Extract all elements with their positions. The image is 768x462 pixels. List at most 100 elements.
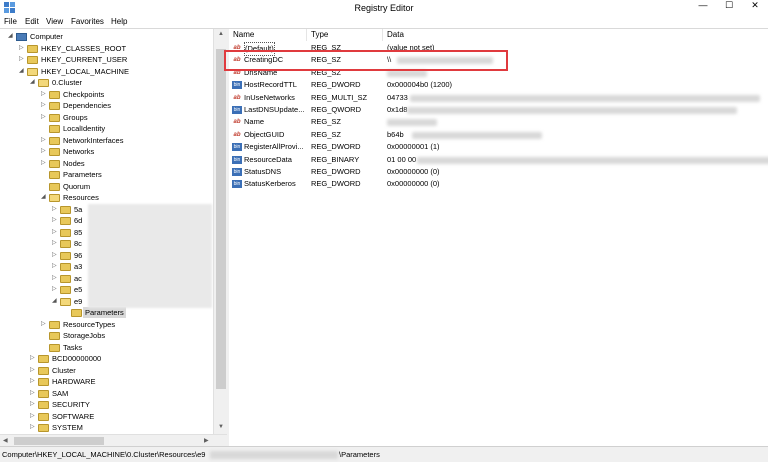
expand-icon[interactable]: ▷: [52, 261, 58, 272]
expand-icon[interactable]: ▷: [41, 89, 47, 100]
scroll-down-icon[interactable]: ▼: [218, 424, 224, 430]
value-row[interactable]: abObjectGUIDREG_SZb64b: [229, 129, 768, 141]
collapse-icon[interactable]: ◢: [41, 192, 47, 203]
title-bar: Registry Editor — ☐ ✕: [0, 0, 768, 16]
scroll-up-icon[interactable]: ▲: [218, 31, 224, 37]
tree-item[interactable]: ▷HARDWARE: [0, 376, 213, 387]
expand-icon[interactable]: ▷: [30, 411, 36, 422]
tree-item[interactable]: StorageJobs: [0, 330, 213, 341]
tree-item[interactable]: ▷ResourceTypes: [0, 319, 213, 330]
value-name: StatusKerberos: [244, 178, 296, 190]
column-header-name[interactable]: Name: [229, 29, 307, 41]
folder-icon: [38, 378, 49, 386]
expand-icon[interactable]: ▷: [30, 365, 36, 376]
tree-item[interactable]: ▷Nodes: [0, 158, 213, 169]
values-list[interactable]: Name Type Data ab(Default)REG_SZ(value n…: [229, 29, 768, 446]
binary-value-icon: bin: [232, 168, 242, 176]
expand-icon[interactable]: ▷: [41, 158, 47, 169]
tree-item[interactable]: Parameters: [0, 307, 213, 318]
tree-item[interactable]: ▷NetworkInterfaces: [0, 135, 213, 146]
value-row[interactable]: binResourceDataREG_BINARY01 00 00: [229, 154, 768, 166]
tree-item[interactable]: ▷SECURITY: [0, 399, 213, 410]
collapse-icon[interactable]: ◢: [30, 77, 36, 88]
folder-icon: [60, 206, 71, 214]
tree-item[interactable]: ▷Networks: [0, 146, 213, 157]
column-header-type[interactable]: Type: [307, 29, 383, 41]
tree-item[interactable]: ▷Dependencies: [0, 100, 213, 111]
expand-icon[interactable]: ▷: [52, 215, 58, 226]
tree-item[interactable]: ◢ Computer: [0, 31, 213, 42]
expand-icon[interactable]: ▷: [52, 250, 58, 261]
expand-icon[interactable]: ▷: [30, 422, 36, 433]
menu-file[interactable]: File: [4, 17, 17, 26]
value-name: LastDNSUpdate...: [244, 104, 304, 116]
value-row[interactable]: binStatusKerberosREG_DWORD0x00000000 (0): [229, 178, 768, 190]
menu-edit[interactable]: Edit: [25, 17, 39, 26]
tree-item-label: e9: [74, 296, 82, 307]
tree-item[interactable]: ◢ Resources: [0, 192, 213, 203]
tree-item[interactable]: Quorum: [0, 181, 213, 192]
value-row[interactable]: binRegisterAllProvi...REG_DWORD0x0000000…: [229, 141, 768, 153]
expand-icon[interactable]: ▷: [30, 399, 36, 410]
expand-icon[interactable]: ▷: [30, 376, 36, 387]
expand-icon[interactable]: ▷: [52, 273, 58, 284]
value-type: REG_DWORD: [311, 166, 361, 178]
tree-item[interactable]: ◢0.Cluster: [0, 77, 213, 88]
column-header-data[interactable]: Data: [383, 29, 768, 41]
menu-favorites[interactable]: Favorites: [71, 17, 104, 26]
scroll-right-icon[interactable]: ▶: [204, 437, 209, 444]
tree-item-label: Resources: [63, 192, 99, 203]
tree-item[interactable]: LocalIdentity: [0, 123, 213, 134]
no-expander: [41, 342, 47, 353]
expand-icon[interactable]: ▷: [19, 43, 25, 54]
expand-icon[interactable]: ▷: [41, 146, 47, 157]
value-name: Name: [244, 116, 264, 128]
menu-help[interactable]: Help: [111, 17, 127, 26]
expand-icon[interactable]: ▷: [30, 353, 36, 364]
expand-icon[interactable]: ▷: [52, 227, 58, 238]
tree-item[interactable]: ▷SOFTWARE: [0, 411, 213, 422]
folder-icon: [49, 183, 60, 191]
scroll-left-icon[interactable]: ◀: [3, 437, 8, 444]
tree-item[interactable]: ▷SYSTEM: [0, 422, 213, 433]
collapse-icon[interactable]: ◢: [52, 296, 58, 307]
value-row[interactable]: abNameREG_SZ: [229, 116, 768, 128]
tree-item-label: 8c: [74, 238, 82, 249]
expand-icon[interactable]: ▷: [52, 238, 58, 249]
close-button[interactable]: ✕: [742, 0, 768, 14]
menu-view[interactable]: View: [46, 17, 63, 26]
minimize-button[interactable]: —: [690, 0, 716, 14]
expand-icon[interactable]: ▷: [41, 100, 47, 111]
tree-item[interactable]: ▷ Checkpoints: [0, 89, 213, 100]
tree-scroll-thumb[interactable]: [216, 49, 226, 389]
tree-item[interactable]: Parameters: [0, 169, 213, 180]
tree-hscroll-thumb[interactable]: [14, 437, 104, 445]
tree-vertical-scrollbar[interactable]: ▲ ▼: [213, 29, 228, 434]
value-row[interactable]: binHostRecordTTLREG_DWORD0x000004b0 (120…: [229, 79, 768, 91]
tree-item-label: Checkpoints: [63, 89, 104, 100]
tree-item[interactable]: ▷Cluster: [0, 365, 213, 376]
tree-item[interactable]: ▷SAM: [0, 388, 213, 399]
expand-icon[interactable]: ▷: [19, 54, 25, 65]
tree-item[interactable]: ▷BCD00000000: [0, 353, 213, 364]
maximize-button[interactable]: ☐: [716, 0, 742, 14]
tree-item-label: Computer: [30, 31, 63, 42]
no-expander: [41, 169, 47, 180]
expand-icon[interactable]: ▷: [41, 319, 47, 330]
value-row[interactable]: binStatusDNSREG_DWORD0x00000000 (0): [229, 166, 768, 178]
expand-icon[interactable]: ▷: [52, 284, 58, 295]
expand-icon[interactable]: ▷: [41, 135, 47, 146]
tree-item[interactable]: ▷HKEY_CLASSES_ROOT: [0, 43, 213, 54]
tree-item[interactable]: ◢HKEY_LOCAL_MACHINE: [0, 66, 213, 77]
value-type: REG_QWORD: [311, 104, 361, 116]
tree-item[interactable]: ▷HKEY_CURRENT_USER: [0, 54, 213, 65]
tree-item[interactable]: Tasks: [0, 342, 213, 353]
collapse-icon[interactable]: ◢: [8, 31, 14, 42]
collapse-icon[interactable]: ◢: [19, 66, 25, 77]
expand-icon[interactable]: ▷: [30, 388, 36, 399]
expand-icon[interactable]: ▷: [52, 204, 58, 215]
value-row[interactable]: abInUseNetworksREG_MULTI_SZ04733: [229, 92, 768, 104]
value-row[interactable]: binLastDNSUpdate...REG_QWORD0x1d8: [229, 104, 768, 116]
expand-icon[interactable]: ▷: [41, 112, 47, 123]
tree-item[interactable]: ▷Groups: [0, 112, 213, 123]
